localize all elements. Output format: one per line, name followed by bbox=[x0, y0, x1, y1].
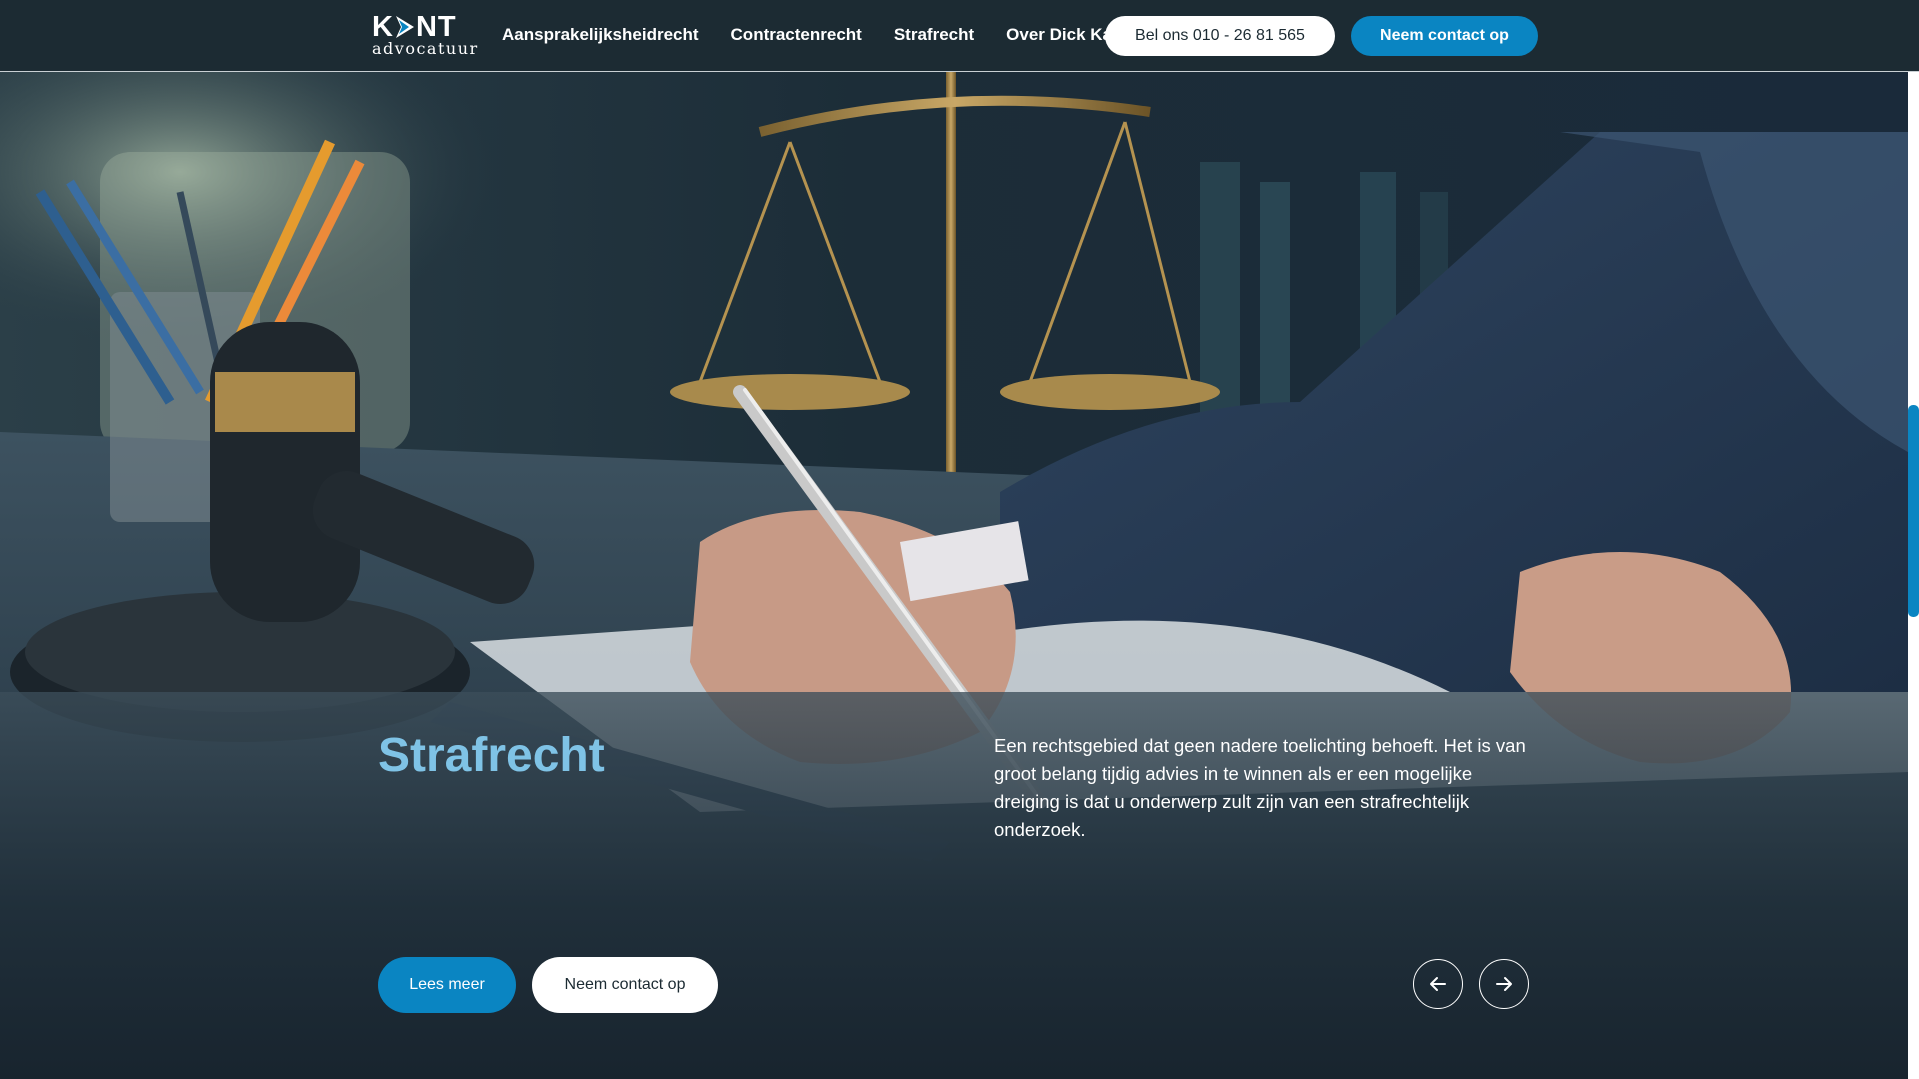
hero-title: Strafrecht bbox=[378, 729, 605, 782]
slider-prev-button[interactable] bbox=[1413, 959, 1463, 1009]
logo-subtitle: advocatuur bbox=[372, 39, 479, 58]
site-header: K NT advocatuur Aansprakelijksheidrecht … bbox=[0, 0, 1919, 72]
main-nav: Aansprakelijksheidrecht Contractenrecht … bbox=[502, 25, 1160, 45]
hero-description: Een rechtsgebied dat geen nadere toelich… bbox=[994, 735, 1526, 840]
kant-advocatuur-logo[interactable]: K NT advocatuur bbox=[372, 11, 479, 58]
hero-text-overlay bbox=[0, 692, 1908, 1079]
arrow-right-icon bbox=[1496, 977, 1512, 991]
hero-contact-button[interactable]: Neem contact op bbox=[532, 957, 718, 1013]
arrow-left-icon bbox=[1430, 977, 1446, 991]
call-us-button[interactable]: Bel ons 010 - 26 81 565 bbox=[1105, 16, 1335, 56]
header-contact-button[interactable]: Neem contact op bbox=[1351, 16, 1538, 56]
nav-item-strafrecht[interactable]: Strafrecht bbox=[894, 25, 974, 45]
logo-letter-k: K bbox=[372, 11, 394, 43]
page-scrollbar-thumb[interactable] bbox=[1908, 405, 1919, 617]
nav-item-contractenrecht[interactable]: Contractenrecht bbox=[731, 25, 862, 45]
logo-arrow-icon bbox=[395, 16, 414, 38]
read-more-button[interactable]: Lees meer bbox=[378, 957, 516, 1013]
hero-slider bbox=[0, 72, 1908, 1079]
nav-item-aansprakelijksheidrecht[interactable]: Aansprakelijksheidrecht bbox=[502, 25, 699, 45]
slider-next-button[interactable] bbox=[1479, 959, 1529, 1009]
logo-wordmark: K NT bbox=[372, 11, 470, 43]
logo-letters-nt: NT bbox=[415, 11, 457, 43]
